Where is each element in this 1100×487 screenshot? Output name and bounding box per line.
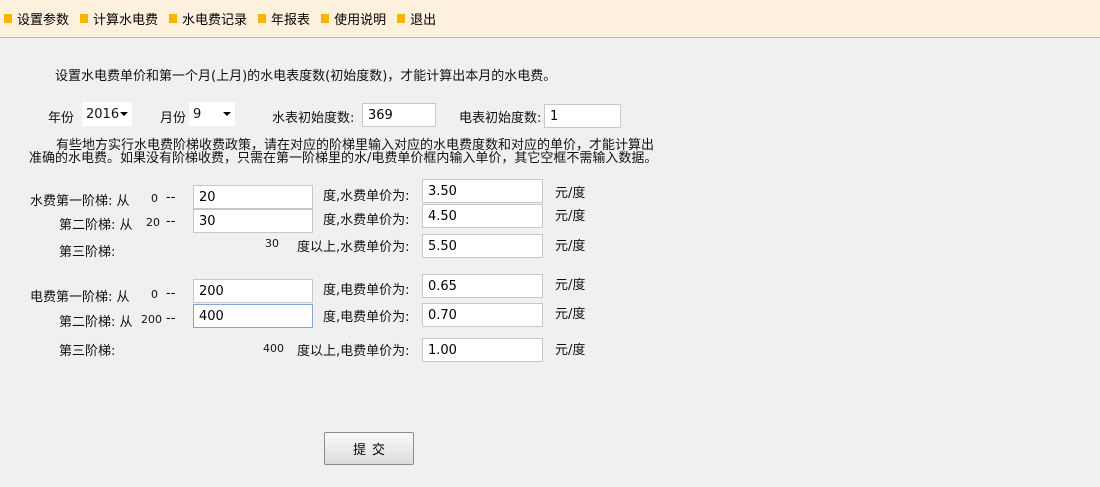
elec-tier3-price-label: 度以上,电费单价为: xyxy=(297,344,410,359)
year-value: 2016 xyxy=(86,106,120,122)
menu-exit[interactable]: 退出 xyxy=(397,9,436,28)
tier-note-line2: 准确的水电费。如果没有阶梯收费，只需在第一阶梯里的水/电费单价框内输入单价，其它… xyxy=(29,151,658,166)
bullet-icon xyxy=(4,14,12,23)
water-tier1-label: 水费第一阶梯: 从 xyxy=(30,194,130,209)
chevron-down-icon xyxy=(223,112,231,116)
menu-label: 年报表 xyxy=(271,13,311,28)
menu-annual-report[interactable]: 年报表 xyxy=(258,9,310,28)
menu-records[interactable]: 水电费记录 xyxy=(169,9,247,28)
elec-tier1-from: 0 xyxy=(151,288,158,301)
menu-settings[interactable]: 设置参数 xyxy=(4,9,69,28)
water-tier1-price-input[interactable] xyxy=(422,179,543,203)
water-tier3-price-label: 度以上,水费单价为: xyxy=(297,240,410,255)
elec-unit: 元/度 xyxy=(555,343,586,358)
elec-tier3-from: 400 xyxy=(263,342,284,355)
bullet-icon xyxy=(321,14,330,23)
elec-tier3-label: 第三阶梯: xyxy=(59,344,116,359)
elec-tier2-label: 第二阶梯: 从 xyxy=(59,315,133,330)
month-select[interactable]: 9 xyxy=(189,102,235,126)
menu-label: 计算水电费 xyxy=(93,13,159,28)
water-tier3-price-input[interactable] xyxy=(422,234,543,258)
elec-tier1-price-input[interactable] xyxy=(422,274,543,298)
menu-calculate[interactable]: 计算水电费 xyxy=(80,9,158,28)
month-label: 月份 xyxy=(160,111,187,126)
chevron-down-icon xyxy=(120,112,128,116)
year-select[interactable]: 2016 xyxy=(82,102,132,126)
water-tier1-to-input[interactable] xyxy=(193,185,313,209)
elec-tier1-label: 电费第一阶梯: 从 xyxy=(30,290,130,305)
menu-label: 使用说明 xyxy=(334,13,387,28)
water-tier1-from: 0 xyxy=(151,192,158,205)
menu-help[interactable]: 使用说明 xyxy=(321,9,386,28)
water-tier2-to-input[interactable] xyxy=(193,209,313,233)
month-value: 9 xyxy=(193,106,202,122)
range-dash: -- xyxy=(166,286,176,301)
range-dash: -- xyxy=(166,311,176,326)
menu-label: 水电费记录 xyxy=(182,13,248,28)
water-tier3-label: 第三阶梯: xyxy=(59,245,116,260)
water-init-input[interactable] xyxy=(362,103,436,127)
water-tier2-label: 第二阶梯: 从 xyxy=(59,218,133,233)
water-unit: 元/度 xyxy=(555,239,586,254)
elec-tier2-to-input[interactable] xyxy=(193,304,313,328)
elec-init-label: 电表初始度数: xyxy=(459,111,542,126)
year-label: 年份 xyxy=(48,111,75,126)
intro-text: 设置水电费单价和第一个月(上月)的水电表度数(初始度数)，才能计算出本月的水电费… xyxy=(55,69,557,84)
menu-label: 退出 xyxy=(410,13,437,28)
elec-tier3-price-input[interactable] xyxy=(422,338,543,362)
bullet-icon xyxy=(258,14,267,23)
menu-bar: 设置参数 计算水电费 水电费记录 年报表 使用说明 退出 xyxy=(0,0,1100,38)
range-dash: -- xyxy=(166,214,176,229)
water-unit: 元/度 xyxy=(555,186,586,201)
bullet-icon xyxy=(80,14,89,23)
range-dash: -- xyxy=(166,190,176,205)
water-tier2-from: 20 xyxy=(146,216,160,229)
elec-tier2-price-label: 度,电费单价为: xyxy=(323,310,410,325)
elec-init-input[interactable] xyxy=(544,104,621,128)
elec-tier1-price-label: 度,电费单价为: xyxy=(323,283,410,298)
elec-tier2-from: 200 xyxy=(141,313,162,326)
menu-label: 设置参数 xyxy=(17,13,70,28)
water-init-label: 水表初始度数: xyxy=(272,111,355,126)
elec-unit: 元/度 xyxy=(555,307,586,322)
water-tier2-price-label: 度,水费单价为: xyxy=(323,213,410,228)
submit-button[interactable]: 提交 xyxy=(324,432,414,465)
elec-tier1-to-input[interactable] xyxy=(193,279,313,303)
elec-unit: 元/度 xyxy=(555,278,586,293)
bullet-icon xyxy=(169,14,178,23)
water-tier3-from: 30 xyxy=(265,237,279,250)
elec-tier2-price-input[interactable] xyxy=(422,303,543,327)
water-unit: 元/度 xyxy=(555,209,586,224)
water-tier2-price-input[interactable] xyxy=(422,204,543,228)
bullet-icon xyxy=(397,14,406,23)
water-tier1-price-label: 度,水费单价为: xyxy=(323,189,410,204)
